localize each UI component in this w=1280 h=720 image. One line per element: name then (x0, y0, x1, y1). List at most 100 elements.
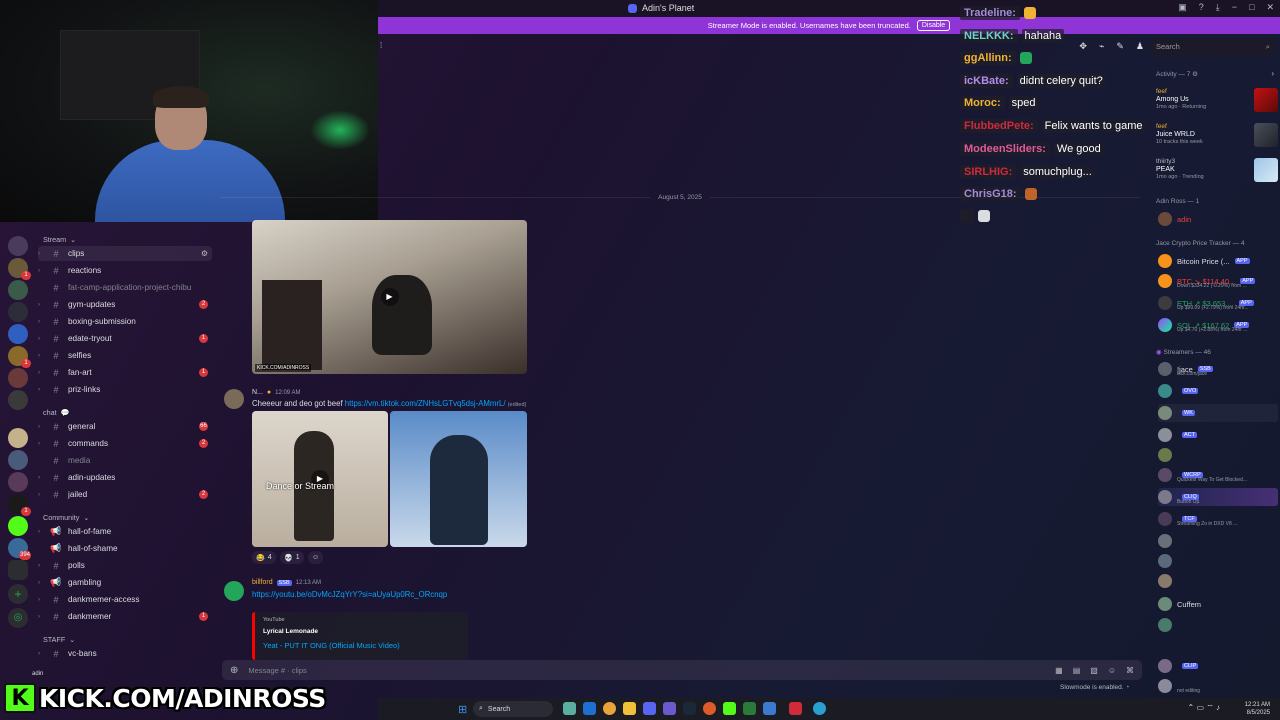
search-input[interactable]: Search ⌕ (1150, 39, 1276, 55)
server-icon[interactable]: 1 (8, 258, 31, 280)
server-icon[interactable] (8, 302, 28, 322)
embed-author[interactable]: Lyrical Lemonade (263, 628, 460, 635)
channel-media[interactable]: # media (38, 453, 212, 468)
member-item[interactable] (1158, 572, 1278, 590)
category-staff[interactable]: STAFF ⌄ (43, 635, 75, 644)
server-icon[interactable]: 1 (8, 494, 31, 516)
taskbar-app-icon[interactable] (583, 702, 596, 715)
server-icon[interactable] (8, 516, 28, 536)
member-item[interactable]: BTC ↘ $114,40... APP Down $334.22 (-0.29… (1158, 272, 1278, 290)
server-icon[interactable] (8, 450, 28, 470)
avatar[interactable] (224, 581, 244, 601)
play-icon[interactable]: ▶ (380, 288, 399, 306)
member-item[interactable]: not editing (1158, 677, 1278, 695)
gift-icon[interactable]: ▦ (1055, 666, 1063, 675)
gear-icon[interactable]: ⚙ (1192, 71, 1198, 78)
file-explorer-icon[interactable] (623, 702, 636, 715)
channel-general[interactable]: › # general 66 (38, 419, 212, 434)
server-icon[interactable] (8, 280, 28, 300)
channel-jailed[interactable]: › # jailed 2 (38, 487, 212, 502)
member-item[interactable] (1158, 552, 1278, 570)
member-item[interactable]: OVO (1158, 382, 1278, 400)
taskbar-search[interactable]: ⌕ Search (473, 701, 553, 717)
discord-icon[interactable] (643, 702, 656, 715)
member-item[interactable]: ETH ↗ $3,653.... APP Up $99.09 (+2.79%) … (1158, 294, 1278, 312)
message-link[interactable]: https://vm.tiktok.com/ZNHsLGTvq5dsj-AMmr… (345, 399, 506, 408)
channel-edate-tryout[interactable]: › # edate-tryout 1 (38, 331, 212, 346)
video-attachment[interactable]: ▶ KICK.COM/ADINROSS (252, 220, 527, 374)
channel-boxing-submission[interactable]: › # boxing-submission (38, 314, 212, 329)
taskbar-app-icon[interactable] (813, 702, 826, 715)
channel-gym-updates[interactable]: › # gym-updates 2 (38, 297, 212, 312)
member-item[interactable]: WK (1158, 404, 1278, 422)
member-item[interactable]: adin (1158, 210, 1278, 228)
member-item[interactable]: CLIQ Button Up. (1158, 488, 1278, 506)
message-link[interactable]: https://youtu.be/oDvMcJZqYrY?si=aUyaUp0R… (252, 590, 447, 599)
user-panel-name[interactable]: adin (32, 671, 43, 677)
member-item[interactable]: Bitcoin Price (... APP (1158, 252, 1278, 270)
windows-start-icon[interactable]: ⊞ (458, 703, 467, 716)
system-tray-icons[interactable]: ⌃ ▭ ⌔ ♪ (1188, 703, 1220, 713)
maximize-button[interactable]: □ (1249, 2, 1254, 13)
taskbar-app-icon[interactable] (743, 702, 756, 715)
member-item[interactable]: TCF Streaming Zo in DXD V8 ... (1158, 510, 1278, 528)
channel-fat-camp[interactable]: # fat-camp-application-project-chibu (38, 280, 212, 295)
channel-settings-icon[interactable]: ⚙ (201, 249, 208, 258)
taskbar-app-icon[interactable] (703, 702, 716, 715)
threads-icon[interactable]: ⁞ (380, 41, 382, 50)
steam-icon[interactable] (683, 702, 696, 715)
member-item[interactable] (1158, 616, 1278, 634)
add-server-icon[interactable]: + (8, 584, 28, 604)
channel-fan-art[interactable]: › # fan-art 1 (38, 365, 212, 380)
channel-commands[interactable]: › # commands 2 (38, 436, 212, 451)
tiktok-attachment[interactable]: ▶ Dance or Stream (252, 411, 388, 547)
member-item[interactable]: CLIP (1158, 657, 1278, 675)
image-attachment[interactable] (390, 411, 527, 547)
minimize-button[interactable]: − (1232, 2, 1237, 13)
server-icon[interactable] (8, 390, 28, 410)
channel-gambling[interactable]: › 📢 gambling (38, 575, 212, 590)
chrome-icon[interactable] (603, 702, 616, 715)
channel-priz-links[interactable]: › # priz-links (38, 382, 212, 397)
activity-card[interactable]: feef Among Us 1mo ago · Returning (1156, 88, 1278, 114)
taskbar-app-icon[interactable] (563, 702, 576, 715)
server-folder-icon[interactable] (8, 560, 28, 580)
channel-clips[interactable]: › # clips ⚙ (38, 246, 212, 261)
taskbar-app-icon[interactable] (763, 702, 776, 715)
message-author[interactable]: N... ● 12:09 AM (252, 389, 300, 396)
member-item[interactable]: Cuffem (1158, 595, 1278, 613)
channel-vc-bans[interactable]: › # vc-bans (38, 646, 212, 661)
member-item[interactable] (1158, 446, 1278, 464)
avatar[interactable] (224, 389, 244, 409)
member-item[interactable]: WCRP Quickest Way To Get Blocked... (1158, 466, 1278, 484)
server-icon[interactable] (8, 324, 28, 344)
category-chat[interactable]: chat 💬 (43, 408, 70, 417)
taskbar-app-icon[interactable] (663, 702, 676, 715)
member-item[interactable]: ACT (1158, 426, 1278, 444)
channel-hall-of-fame[interactable]: › 📢 hall-of-fame (38, 524, 212, 539)
inbox-icon[interactable]: ▣ (1178, 2, 1187, 13)
download-icon[interactable]: ⤓ (1216, 2, 1220, 13)
chevron-right-icon[interactable]: › (1271, 69, 1274, 78)
channel-dankmemer-access[interactable]: › # dankmemer-access (38, 592, 212, 607)
message-author[interactable]: billford SSB 12:13 AM (252, 579, 321, 586)
activity-card[interactable]: feef Juice WRLD 10 tracks this week (1156, 123, 1278, 149)
server-icon[interactable] (8, 428, 28, 448)
server-icon[interactable] (8, 472, 28, 492)
gif-icon[interactable]: ▤ (1073, 666, 1081, 675)
server-icon[interactable] (8, 236, 28, 256)
member-item[interactable]: SOL ↗ $167.62 APP Up $4.70 (+2.88%) from… (1158, 316, 1278, 334)
sticker-icon[interactable]: ▧ (1090, 666, 1098, 675)
add-reaction-button[interactable]: ☺ (308, 551, 324, 564)
emoji-icon[interactable]: ☺ (1108, 666, 1116, 675)
member-item[interactable] (1158, 532, 1278, 550)
channel-dankmemer[interactable]: › # dankmemer 1 (38, 609, 212, 624)
category-stream[interactable]: Stream ⌄ (43, 235, 76, 244)
close-button[interactable]: ✕ (1266, 2, 1274, 13)
activity-card[interactable]: thiirty3 PEAK 1mo ago · Trending (1156, 158, 1278, 184)
category-community[interactable]: Community ⌄ (43, 513, 89, 522)
channel-adin-updates[interactable]: › # adin-updates (38, 470, 212, 485)
help-icon[interactable]: ? (1199, 2, 1204, 13)
channel-hall-of-shame[interactable]: 📢 hall-of-shame (38, 541, 212, 556)
apps-icon[interactable]: ⌘ (1126, 666, 1134, 675)
